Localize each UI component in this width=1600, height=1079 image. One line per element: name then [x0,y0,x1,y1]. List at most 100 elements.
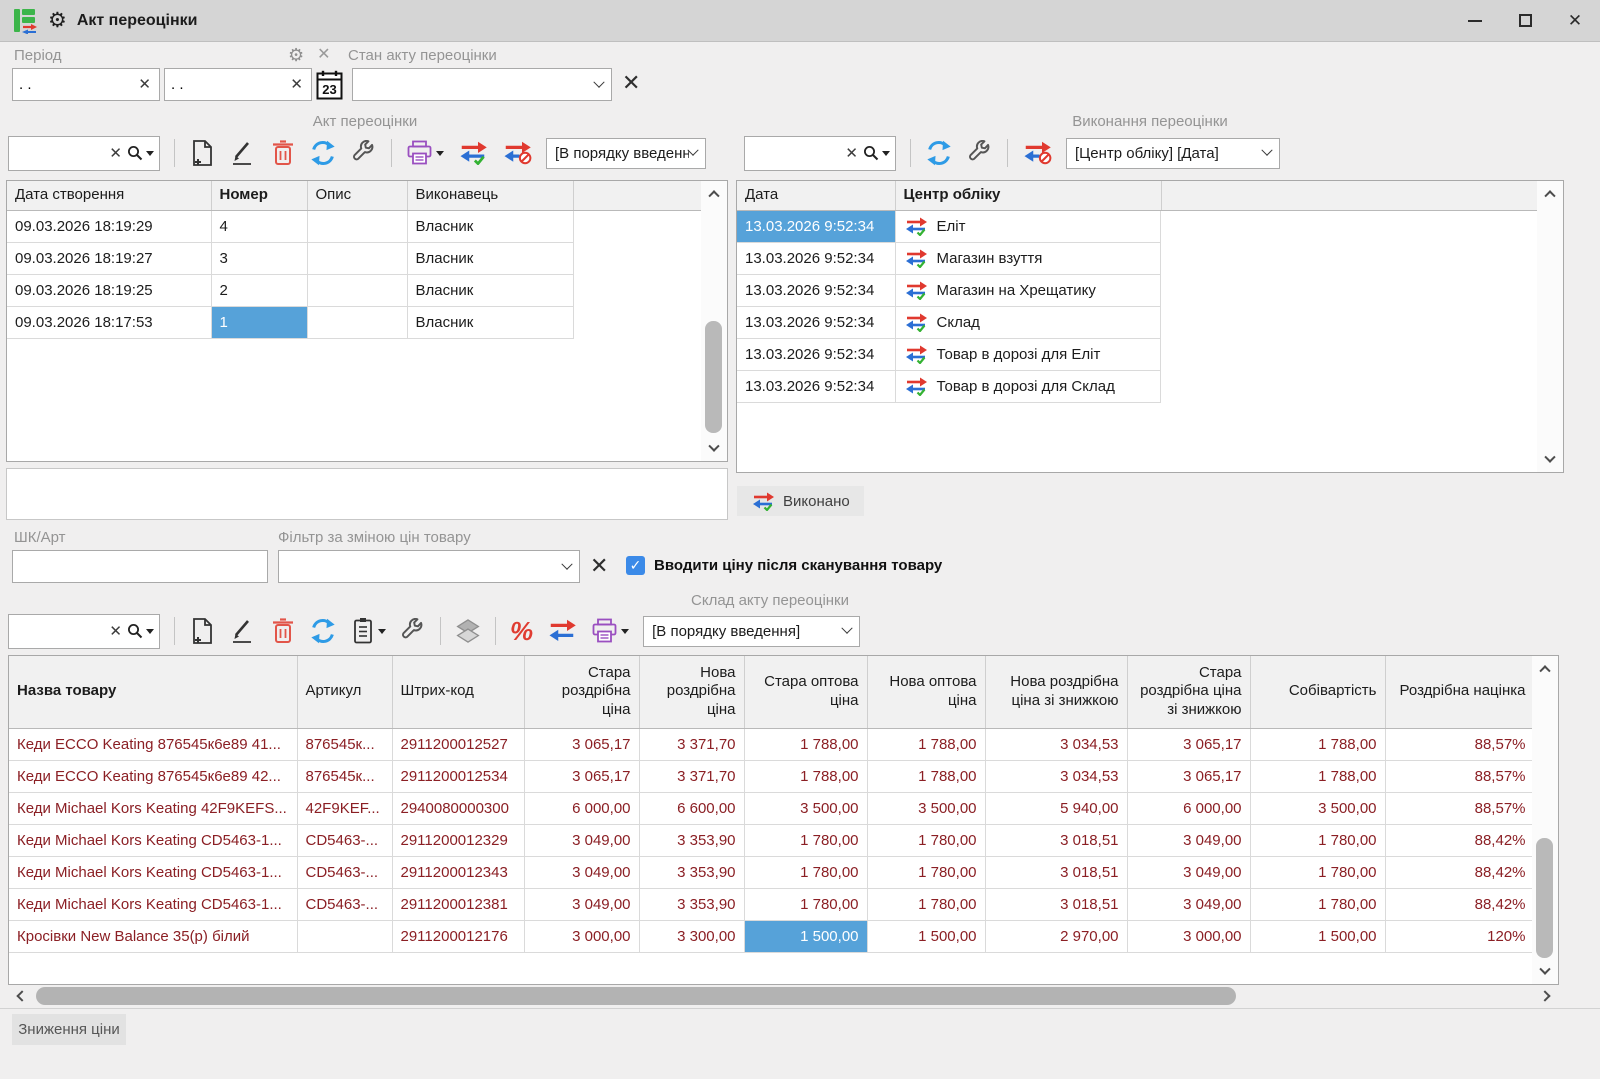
cell[interactable]: Кеди ECCO Keating 876545к6е89 41... [9,728,297,760]
cell[interactable]: 1 788,00 [1250,728,1385,760]
calendar-button[interactable]: 23 [316,70,343,100]
column-header[interactable]: Роздрібна націнка [1385,656,1534,728]
cell[interactable]: 3 500,00 [867,792,985,824]
cell[interactable]: 6 000,00 [1127,792,1250,824]
cell[interactable]: 09.03.2026 18:17:53 [7,306,211,338]
cell[interactable]: Кеди Michael Kors Keating CD5463-1... [9,856,297,888]
items-settings-button[interactable] [400,618,426,644]
print-items-button[interactable] [591,618,629,644]
cell[interactable]: 3 049,00 [1127,824,1250,856]
cell[interactable]: 09.03.2026 18:19:27 [7,242,211,274]
cell[interactable]: 3 500,00 [1250,792,1385,824]
table-row[interactable]: Кеди Michael Kors Keating 42F9KEFS...42F… [9,792,1534,824]
date-from-field[interactable]: ✕ [12,68,160,101]
cell[interactable]: Товар в дорозі для Склад [896,371,1162,403]
status-filter-clear-icon[interactable]: ✕ [622,72,640,94]
cell[interactable] [297,920,392,952]
items-refresh-button[interactable] [309,617,337,645]
cell[interactable]: 3 353,90 [639,856,744,888]
items-grid-vscrollbar[interactable] [1532,656,1558,984]
cell[interactable]: 4 [211,210,307,242]
column-header[interactable]: Нова роздрібна ціна зі знижкою [985,656,1127,728]
items-search-box[interactable]: ✕ [8,614,160,649]
cell[interactable]: 3 049,00 [524,824,639,856]
acts-search-options[interactable] [126,144,159,162]
cell[interactable]: 1 780,00 [1250,824,1385,856]
print-acts-button[interactable] [406,140,444,166]
items-search-options[interactable] [126,622,159,640]
execution-refresh-button[interactable] [925,139,953,167]
items-search-input[interactable] [9,622,105,640]
cell[interactable]: 1 780,00 [744,824,867,856]
acts-settings-button[interactable] [351,140,377,166]
table-row[interactable]: 13.03.2026 9:52:34 Магазин взуття [737,243,1539,275]
cell[interactable]: 13.03.2026 9:52:34 [737,275,895,307]
table-row[interactable]: Кеди Michael Kors Keating CD5463-1...CD5… [9,856,1534,888]
cell[interactable]: Кеди ECCO Keating 876545к6е89 42... [9,760,297,792]
column-header[interactable]: Стара роздрібна ціна [524,656,639,728]
column-header[interactable]: Артикул [297,656,392,728]
close-button[interactable]: ✕ [1550,0,1600,42]
cell[interactable]: 3 353,90 [639,888,744,920]
cell[interactable]: 2911200012343 [392,856,524,888]
cell[interactable]: 1 780,00 [1250,856,1385,888]
cell[interactable]: 1 [211,306,307,338]
scroll-up-button[interactable] [701,181,727,205]
price-filter-clear-icon[interactable]: ✕ [590,555,608,577]
date-to-input[interactable] [165,76,282,93]
minimize-button[interactable] [1450,0,1500,42]
table-row[interactable]: Кеди ECCO Keating 876545к6е89 42...87654… [9,760,1534,792]
acts-search-clear-icon[interactable]: ✕ [105,146,126,161]
cell[interactable]: 1 788,00 [867,728,985,760]
cell[interactable]: 3 300,00 [639,920,744,952]
cancel-execution-button[interactable] [502,141,532,165]
acts-sort-combobox[interactable]: [В порядку введення] [546,138,706,169]
cell[interactable]: 1 788,00 [744,760,867,792]
execution-sort-combobox[interactable]: [Центр обліку] [Дата] [1066,138,1280,169]
cell[interactable]: 3 371,70 [639,728,744,760]
cell[interactable]: Власник [407,274,573,306]
cell[interactable]: 6 600,00 [639,792,744,824]
cell[interactable]: 2911200012527 [392,728,524,760]
cell[interactable]: 2911200012534 [392,760,524,792]
scroll-down-button[interactable] [1532,960,1558,984]
barcode-field[interactable] [12,550,268,583]
edit-act-button[interactable] [229,139,257,167]
period-settings-gear-icon[interactable]: ⚙ [288,46,304,64]
acts-search-input[interactable] [9,144,105,162]
cell[interactable]: 1 500,00 [1250,920,1385,952]
item-list-button[interactable] [351,617,386,645]
cell[interactable]: 3 049,00 [1127,856,1250,888]
cancel-execution-button[interactable] [1022,141,1052,165]
table-row[interactable]: Кросівки New Balance 35(р) білий29112000… [9,920,1534,952]
barcode-input[interactable] [13,558,267,575]
column-header[interactable]: Виконавець [407,181,573,210]
cell[interactable]: 5 940,00 [985,792,1127,824]
cell[interactable]: Власник [407,210,573,242]
add-item-button[interactable] [189,617,215,645]
add-act-button[interactable] [189,139,215,167]
cell[interactable]: 120% [1385,920,1534,952]
cell[interactable]: 1 788,00 [1250,760,1385,792]
cell[interactable]: 3 049,00 [524,888,639,920]
cell[interactable] [307,274,407,306]
price-filter-combobox[interactable] [278,550,580,583]
table-row[interactable]: 09.03.2026 18:19:273Власник [7,242,703,274]
cell[interactable]: 88,57% [1385,760,1534,792]
cell[interactable]: 1 780,00 [867,824,985,856]
cell[interactable]: 3 000,00 [1127,920,1250,952]
table-row[interactable]: 09.03.2026 18:19:294 Власник [7,210,703,242]
cell[interactable]: 1 780,00 [744,888,867,920]
cell[interactable]: 13.03.2026 9:52:34 [737,307,895,339]
cell[interactable]: 3 034,53 [985,760,1127,792]
items-search-clear-icon[interactable]: ✕ [105,624,126,639]
cell[interactable] [307,210,407,242]
execution-grid-vscrollbar[interactable] [1537,181,1563,472]
cell[interactable]: 09.03.2026 18:19:25 [7,274,211,306]
cell[interactable]: 13.03.2026 9:52:34 [737,371,895,403]
cell[interactable]: 1 780,00 [867,856,985,888]
column-header[interactable]: Дата створення [7,181,211,210]
column-header[interactable]: Нова оптова ціна [867,656,985,728]
cell[interactable]: 09.03.2026 18:19:29 [7,210,211,242]
cell[interactable]: 3 353,90 [639,824,744,856]
